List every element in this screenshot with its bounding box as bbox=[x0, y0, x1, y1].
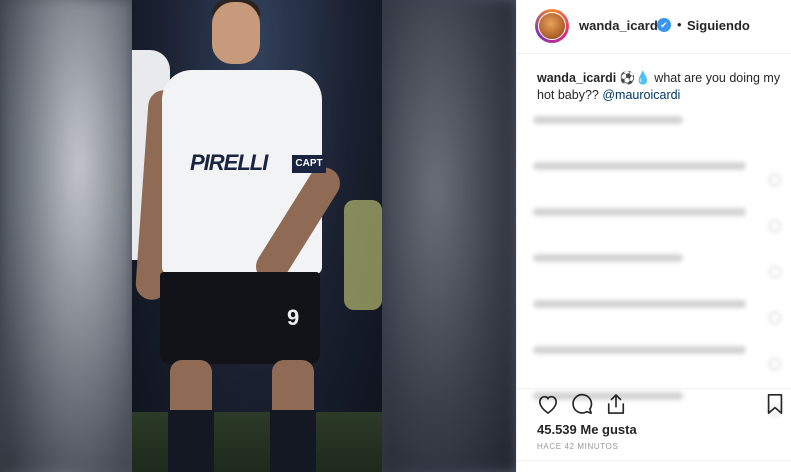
caption-emojis: ⚽💧 bbox=[619, 71, 651, 85]
comment-text bbox=[533, 346, 746, 354]
like-comment-icon bbox=[769, 220, 781, 232]
post-timestamp[interactable]: HACE 42 MINUTOS bbox=[537, 442, 618, 451]
username-link[interactable]: wanda_icardi bbox=[579, 18, 661, 33]
like-comment-icon bbox=[769, 174, 781, 186]
comment-text bbox=[533, 208, 746, 216]
following-button[interactable]: Siguiendo bbox=[687, 18, 750, 33]
right-sock bbox=[270, 410, 316, 472]
player-figure: PIRELLI CAPT 9 bbox=[132, 0, 382, 472]
like-comment-icon bbox=[769, 266, 781, 278]
like-comment-icon bbox=[769, 312, 781, 324]
avatar[interactable] bbox=[535, 9, 569, 43]
blurred-backdrop-left bbox=[0, 0, 132, 472]
comment-icon[interactable] bbox=[569, 391, 595, 417]
jersey-sponsor: PIRELLI bbox=[190, 150, 268, 175]
separator-dot: • bbox=[677, 17, 682, 32]
share-icon[interactable] bbox=[603, 391, 629, 417]
comments-list-blurred bbox=[533, 108, 783, 416]
avatar-image bbox=[538, 12, 566, 40]
comment-text bbox=[533, 300, 746, 308]
comment-text bbox=[533, 116, 683, 124]
comment-item bbox=[533, 208, 783, 246]
comment-item bbox=[533, 300, 783, 338]
shorts-number: 9 bbox=[287, 305, 300, 330]
post-side-panel: wanda_icardi ✔ • Siguiendo wanda_icardi … bbox=[516, 0, 791, 472]
comment-item bbox=[533, 254, 783, 292]
post-header: wanda_icardi ✔ • Siguiendo bbox=[517, 0, 791, 54]
caption-username-link[interactable]: wanda_icardi bbox=[537, 71, 616, 85]
left-sock bbox=[168, 410, 214, 472]
likes-count[interactable]: 45.539 Me gusta bbox=[537, 422, 637, 437]
comment-text bbox=[533, 254, 683, 262]
bookmark-icon[interactable] bbox=[762, 391, 788, 417]
comment-item bbox=[533, 116, 783, 154]
like-comment-icon bbox=[769, 358, 781, 370]
mention-link[interactable]: @mauroicardi bbox=[602, 88, 680, 102]
divider bbox=[517, 460, 791, 461]
verified-badge-icon: ✔ bbox=[657, 18, 671, 32]
comment-text bbox=[533, 162, 746, 170]
captain-armband: CAPT bbox=[292, 155, 326, 173]
heart-icon[interactable] bbox=[535, 391, 561, 417]
comment-item bbox=[533, 346, 783, 384]
post-caption: wanda_icardi ⚽💧 what are you doing my ho… bbox=[537, 70, 782, 104]
post-media-area: PIRELLI CAPT 9 bbox=[0, 0, 516, 472]
blurred-backdrop-right bbox=[382, 0, 516, 472]
background-player bbox=[344, 200, 382, 310]
post-photo[interactable]: PIRELLI CAPT 9 bbox=[132, 0, 382, 472]
head bbox=[212, 2, 260, 64]
post-actions-bar bbox=[517, 388, 791, 419]
comment-item bbox=[533, 162, 783, 200]
